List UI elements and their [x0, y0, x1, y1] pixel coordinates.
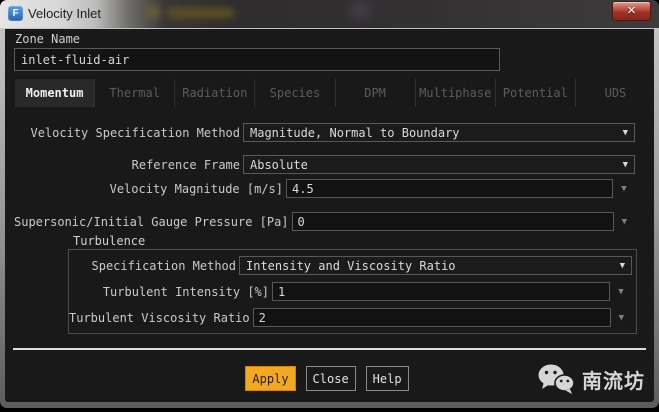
reference-frame-label: Reference Frame	[132, 158, 243, 172]
tab-uds[interactable]: UDS	[575, 79, 654, 107]
turbulent-intensity-label: Turbulent Intensity [%]	[103, 285, 272, 299]
window-frame: Zone Name Momentum Thermal Radiation Spe…	[0, 28, 659, 408]
title-bar[interactable]: F Velocity Inlet ✕	[0, 0, 659, 28]
turb-spec-method-label: Specification Method	[92, 259, 240, 273]
tab-thermal[interactable]: Thermal	[94, 79, 174, 107]
supersonic-pressure-label: Supersonic/Initial Gauge Pressure [Pa]	[14, 215, 292, 229]
zone-name-input[interactable]	[14, 48, 500, 71]
chevron-down-icon: ▼	[620, 261, 625, 271]
tab-bar: Momentum Thermal Radiation Species DPM M…	[15, 79, 654, 107]
blurred-smudge	[350, 2, 370, 18]
tab-species[interactable]: Species	[254, 79, 334, 107]
turb-spec-method-dropdown[interactable]: Intensity and Viscosity Ratio ▼	[239, 256, 632, 275]
velocity-magnitude-spinner-icon[interactable]: ▼	[613, 184, 635, 194]
turb-spec-method-value: Intensity and Viscosity Ratio	[246, 259, 614, 273]
window-title: Velocity Inlet	[28, 6, 101, 21]
apply-button[interactable]: Apply	[245, 366, 295, 391]
velocity-magnitude-row: Velocity Magnitude [m/s] ▼	[14, 179, 635, 198]
velocity-spec-dropdown[interactable]: Magnitude, Normal to Boundary ▼	[243, 123, 635, 142]
tab-potential[interactable]: Potential	[495, 79, 575, 107]
wechat-icon	[537, 363, 575, 395]
supersonic-pressure-row: Supersonic/Initial Gauge Pressure [Pa] ▼	[14, 212, 635, 231]
wechat-watermark: 南流坊	[537, 363, 645, 395]
turb-spec-method-row: Specification Method Intensity and Visco…	[69, 256, 632, 275]
tab-radiation[interactable]: Radiation	[174, 79, 254, 107]
dialog-content: Zone Name Momentum Thermal Radiation Spe…	[5, 29, 654, 402]
velocity-spec-label: Velocity Specification Method	[30, 126, 243, 140]
turbulence-group: Specification Method Intensity and Visco…	[68, 249, 637, 334]
chevron-down-icon: ▼	[623, 128, 628, 138]
watermark-text: 南流坊	[582, 365, 645, 394]
reference-frame-dropdown[interactable]: Absolute ▼	[243, 155, 635, 174]
blurred-watermark-text	[167, 8, 235, 18]
reference-frame-row: Reference Frame Absolute ▼	[14, 155, 635, 174]
tab-momentum[interactable]: Momentum	[15, 79, 94, 107]
close-icon: ✕	[627, 4, 636, 17]
help-button[interactable]: Help	[366, 366, 409, 391]
velocity-spec-value: Magnitude, Normal to Boundary	[250, 126, 617, 140]
close-button[interactable]: Close	[306, 366, 356, 391]
reference-frame-value: Absolute	[250, 158, 617, 172]
turbulence-group-label: Turbulence	[73, 235, 640, 248]
velocity-magnitude-label: Velocity Magnitude [m/s]	[110, 182, 286, 196]
turbulent-viscosity-label: Turbulent Viscosity Ratio	[69, 311, 253, 325]
zone-name-label: Zone Name	[15, 32, 640, 47]
turbulent-viscosity-spinner-icon[interactable]: ▼	[611, 313, 632, 323]
chevron-down-icon: ▼	[623, 160, 628, 170]
fluent-app-icon: F	[8, 6, 23, 21]
tab-dpm[interactable]: DPM	[335, 79, 415, 107]
turbulent-viscosity-row: Turbulent Viscosity Ratio ▼	[69, 308, 632, 327]
button-separator	[13, 348, 646, 350]
blurred-watermark-dot	[147, 6, 160, 18]
turbulent-intensity-spinner-icon[interactable]: ▼	[610, 287, 632, 297]
turbulent-viscosity-input[interactable]	[253, 308, 611, 327]
supersonic-pressure-input[interactable]	[292, 212, 614, 231]
close-window-button[interactable]: ✕	[612, 1, 651, 21]
supersonic-pressure-spinner-icon[interactable]: ▼	[614, 217, 635, 227]
turbulent-intensity-row: Turbulent Intensity [%] ▼	[69, 282, 632, 301]
velocity-spec-row: Velocity Specification Method Magnitude,…	[14, 123, 635, 142]
tab-multiphase[interactable]: Multiphase	[415, 79, 495, 107]
turbulent-intensity-input[interactable]	[272, 282, 610, 301]
velocity-magnitude-input[interactable]	[286, 179, 613, 198]
